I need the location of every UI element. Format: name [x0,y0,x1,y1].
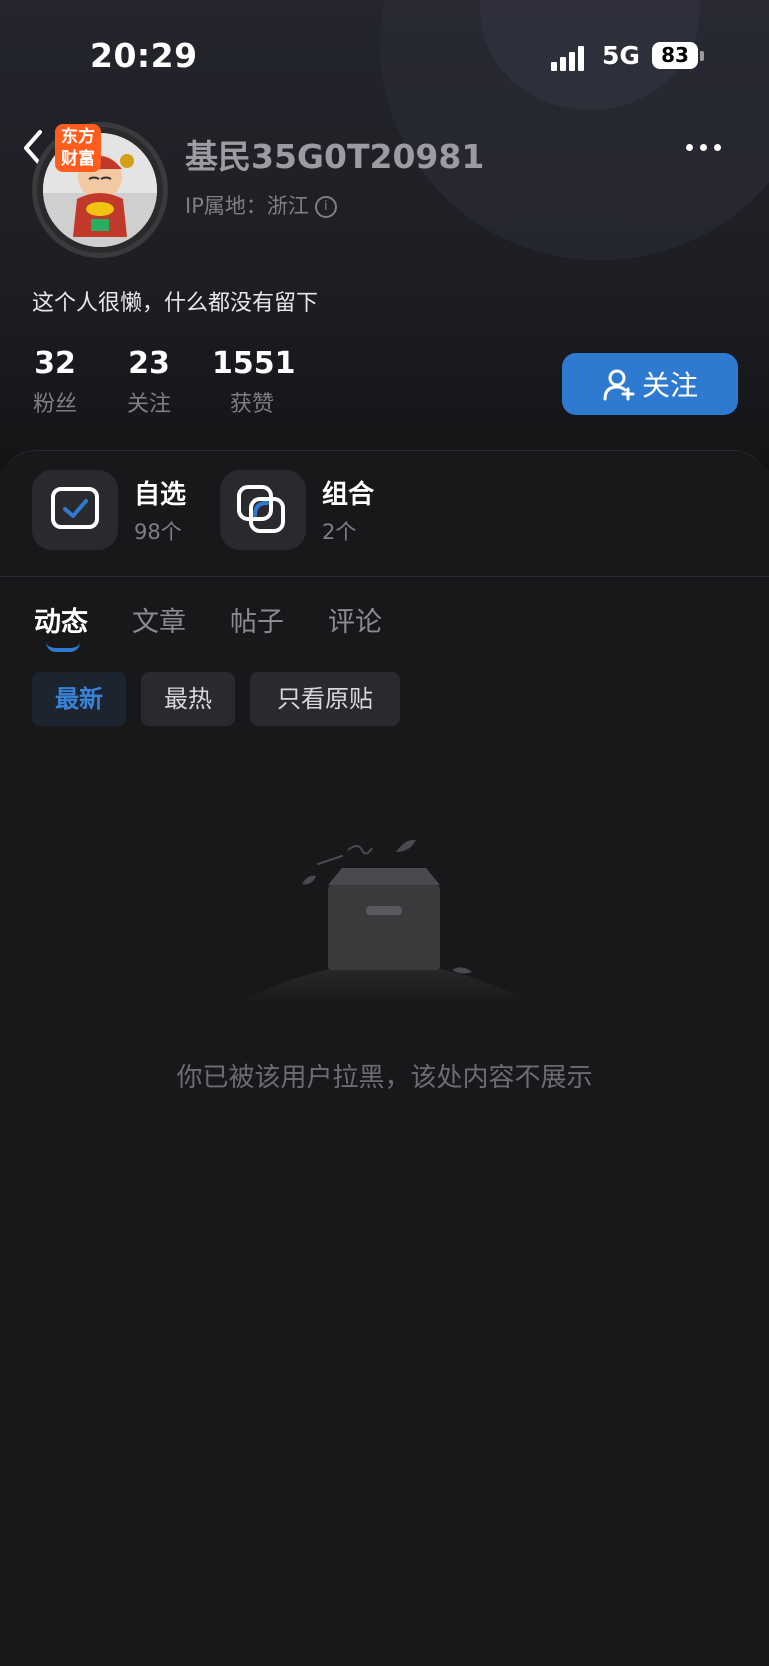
shortcut-portfolio[interactable]: 组合 2个 [220,470,390,552]
stat-fans[interactable]: 32 粉丝 [30,346,80,418]
bio: 这个人很懒，什么都没有留下 [32,291,319,316]
ip-location: IP属地：浙江 i [185,190,337,220]
stat-following[interactable]: 23 关注 [124,346,174,418]
brand-badge: 东方 财富 [55,124,101,172]
add-user-icon [603,369,635,401]
filter-hottest[interactable]: 最热 [141,672,235,726]
filter-latest[interactable]: 最新 [32,672,126,726]
portfolio-icon [237,485,285,533]
brand-badge-line1: 东方 [61,127,95,147]
stat-likes-value: 1551 [212,346,296,381]
tab-activity[interactable]: 动态 [34,600,88,639]
follow-button-label: 关注 [641,369,698,402]
divider [0,576,769,577]
username: 基民35G0T20981 [185,137,485,176]
stat-following-value: 23 [128,346,170,381]
network-type: 5G [602,41,640,70]
info-icon[interactable]: i [314,196,337,218]
shortcut-portfolio-count: 2个 [322,520,357,544]
shortcut-portfolio-title: 组合 [322,480,375,510]
shortcut-watchlist-count: 98个 [134,520,182,544]
shortcut-watchlist-title: 自选 [134,480,187,510]
stat-likes-label: 获赞 [229,392,274,417]
status-bar: 20:29 5G 83 [0,0,769,112]
stat-fans-label: 粉丝 [32,392,77,417]
battery-icon: 83 [652,42,698,69]
more-options-button[interactable] [686,144,726,154]
watchlist-icon [51,487,99,529]
empty-box-illustration [240,839,530,1002]
shortcut-watchlist[interactable]: 自选 98个 [32,470,202,552]
stat-following-label: 关注 [126,392,171,417]
filter-original-only[interactable]: 只看原贴 [250,672,400,726]
brand-badge-line2: 财富 [61,149,95,169]
stat-fans-value: 32 [34,346,76,381]
tab-articles[interactable]: 文章 [132,600,186,639]
stat-likes[interactable]: 1551 获赞 [212,346,296,418]
battery-tip [700,51,704,61]
tab-comments[interactable]: 评论 [328,600,382,639]
watchlist-icon-box [32,470,118,550]
signal-icon [551,43,591,71]
ip-location-text: IP属地：浙江 [185,194,309,218]
follow-button[interactable]: 关注 [562,353,738,415]
empty-state-message: 你已被该用户拉黑，该处内容不展示 [176,1063,593,1093]
status-time: 20:29 [90,36,198,75]
portfolio-icon-box [220,470,306,550]
tab-active-indicator [46,642,80,652]
tab-posts[interactable]: 帖子 [230,600,284,639]
